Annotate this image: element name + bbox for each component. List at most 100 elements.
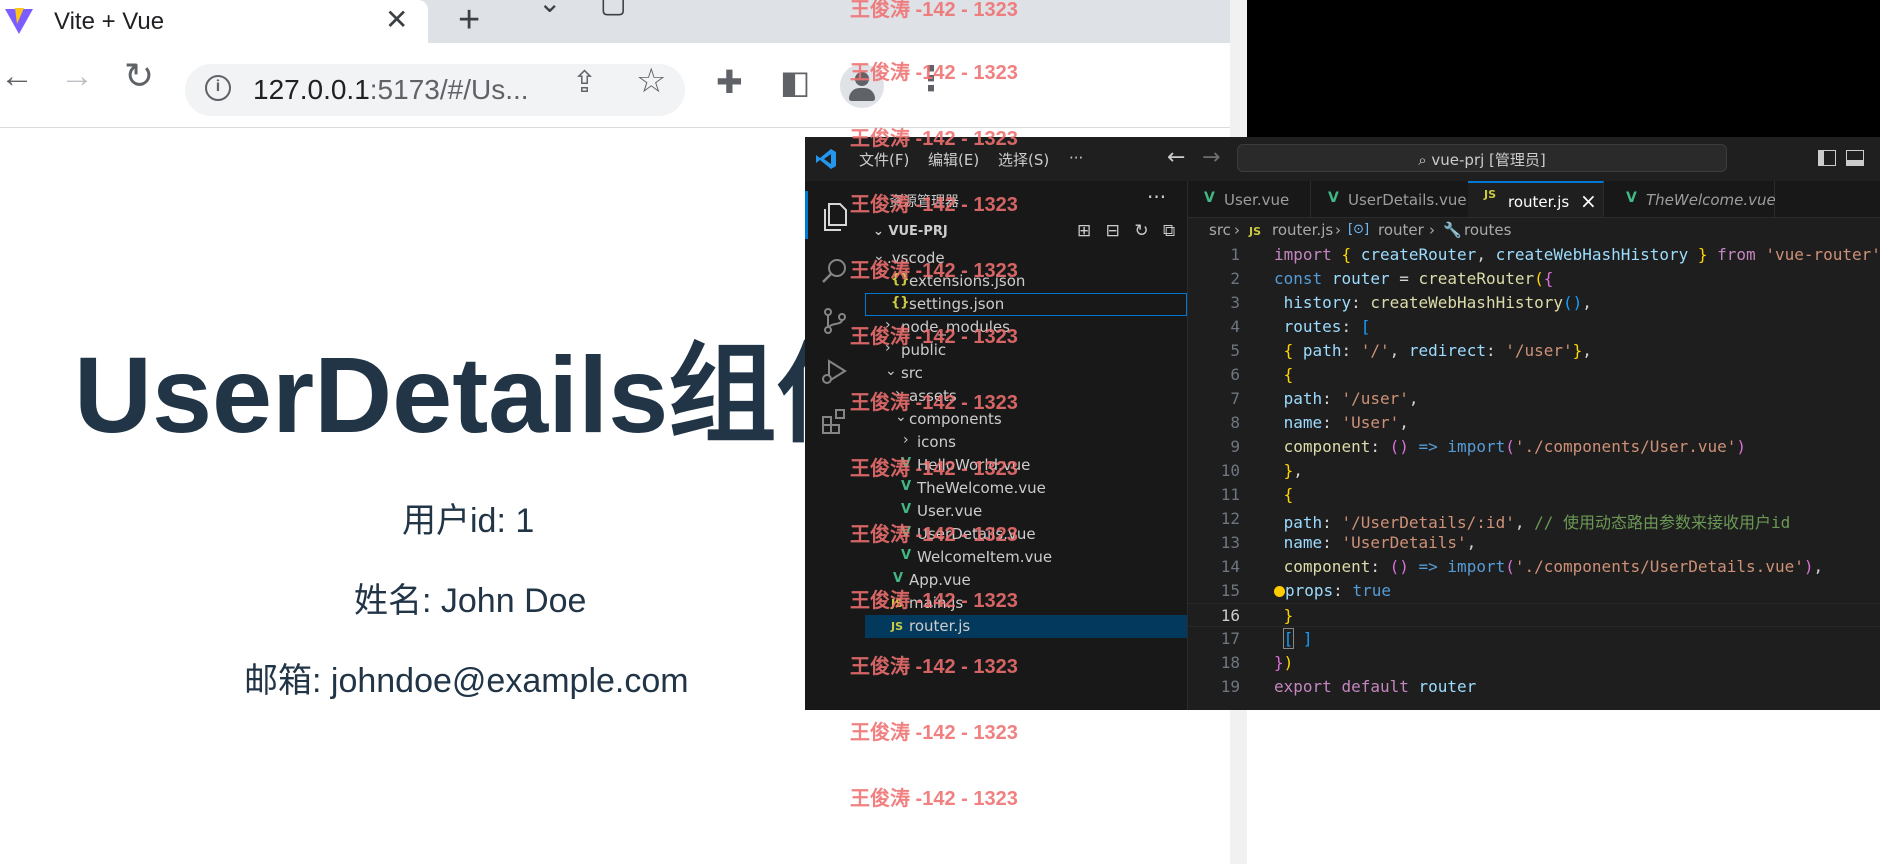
extensions-activity-icon[interactable] xyxy=(819,405,851,437)
code-editor[interactable]: 1 import { createRouter, createWebHashHis… xyxy=(1188,243,1880,710)
new-tab-icon[interactable]: + xyxy=(458,0,480,42)
tab-close-icon[interactable]: × xyxy=(1580,189,1597,213)
tab-userdetails-vue[interactable]: V UserDetails.vue xyxy=(1310,181,1469,217)
chevron-right-icon: › xyxy=(1335,221,1341,239)
tab-router-js[interactable]: JS router.js × xyxy=(1468,181,1604,217)
nav-forward-icon[interactable]: → xyxy=(1202,145,1220,170)
refresh-icon[interactable]: ↻ xyxy=(1134,221,1148,241)
vue-file-icon: V xyxy=(901,502,912,517)
menu-edit[interactable]: 编辑(E) xyxy=(928,149,979,170)
tab-close-icon[interactable]: ✕ xyxy=(385,3,408,36)
tree-item-main-js[interactable]: JS main.js xyxy=(865,592,1187,615)
tree-item-thewelcome-vue[interactable]: V TheWelcome.vue xyxy=(865,477,1187,500)
command-center-search[interactable]: ⌕ vue-prj [管理员] xyxy=(1237,144,1727,172)
breadcrumb-property[interactable]: routes xyxy=(1464,221,1511,239)
line-number: 10 xyxy=(1220,461,1240,480)
toggle-sidebar-icon[interactable] xyxy=(1818,150,1836,166)
vue-file-icon: V xyxy=(901,479,912,494)
code-line: 19 export default router xyxy=(1188,675,1880,699)
line-number: 19 xyxy=(1220,677,1240,696)
explorer-more-icon[interactable]: ··· xyxy=(1147,185,1166,209)
new-file-icon[interactable]: ⊞ xyxy=(1077,221,1091,241)
vscode-window: 文件(F) 编辑(E) 选择(S) ··· ← → ⌕ vue-prj [管理员… xyxy=(805,137,1880,710)
profile-avatar-icon[interactable] xyxy=(840,64,884,108)
tree-item-src[interactable]: ⌄ src xyxy=(865,362,1187,385)
page-heading: UserDetails组件 xyxy=(74,334,885,455)
restore-icon[interactable]: ▢ xyxy=(600,0,626,19)
vscode-logo-icon xyxy=(816,149,836,169)
project-root[interactable]: ⌄ VUE-PRJ xyxy=(873,224,948,239)
menu-selection[interactable]: 选择(S) xyxy=(998,149,1049,170)
line-number: 15 xyxy=(1220,581,1240,600)
line-number: 8 xyxy=(1230,413,1240,432)
code-line: 7 path: '/user', xyxy=(1188,387,1880,411)
breadcrumb-symbol[interactable]: router xyxy=(1378,221,1424,239)
code-line: 4 routes: [ xyxy=(1188,315,1880,339)
tree-item-helloworld-vue[interactable]: V HelloWorld.vue xyxy=(865,454,1187,477)
url-text[interactable]: 127.0.0.1:5173/#/Us... xyxy=(253,74,529,106)
new-folder-icon[interactable]: ⊟ xyxy=(1106,221,1120,241)
breadcrumb-file[interactable]: router.js xyxy=(1272,221,1333,239)
js-file-icon: JS xyxy=(1484,188,1497,201)
chevron-down-icon: ⌄ xyxy=(873,248,885,264)
menu-file[interactable]: 文件(F) xyxy=(859,149,909,170)
reload-icon[interactable]: ↻ xyxy=(124,55,154,97)
tree-item-label: assets xyxy=(909,387,957,405)
vue-file-icon: V xyxy=(901,548,912,563)
breadcrumb-src[interactable]: src xyxy=(1209,221,1231,239)
code-text: { path: '/', redirect: '/user'}, xyxy=(1283,341,1592,360)
chevron-right-icon: › xyxy=(903,432,909,448)
vue-file-icon: V xyxy=(901,525,912,540)
js-file-icon: JS xyxy=(1249,225,1262,238)
collapse-all-icon[interactable]: ⧉ xyxy=(1163,221,1175,241)
tab-thewelcome-vue[interactable]: V TheWelcome.vue xyxy=(1604,181,1776,217)
tree-item-node-modules[interactable]: › node_modules xyxy=(865,316,1187,339)
tree-item-vscode[interactable]: ⌄ .vscode xyxy=(865,247,1187,270)
side-panel-icon[interactable]: ◧ xyxy=(780,63,810,101)
tree-item-settings-json[interactable]: {} settings.json xyxy=(865,293,1187,316)
browser-tab[interactable]: Vite + Vue ✕ xyxy=(0,0,428,43)
tree-item-router-js[interactable]: JS router.js xyxy=(865,615,1187,638)
tree-item-components[interactable]: ⌄ components xyxy=(865,408,1187,431)
line-number: 14 xyxy=(1220,557,1240,576)
tree-item-label: App.vue xyxy=(909,571,971,589)
extensions-icon[interactable]: ✚ xyxy=(716,63,743,101)
toggle-panel-icon[interactable] xyxy=(1846,150,1864,166)
run-debug-icon[interactable] xyxy=(819,355,851,387)
explorer-icon[interactable] xyxy=(819,201,851,233)
active-indicator xyxy=(805,191,808,239)
source-control-icon[interactable] xyxy=(819,305,851,337)
minimize-icon[interactable]: ⌄ xyxy=(538,0,561,19)
tab-user-vue[interactable]: V User.vue xyxy=(1188,181,1311,217)
forward-icon[interactable]: → xyxy=(60,57,94,96)
tree-item-userdetails-vue[interactable]: V UserDetails.vue xyxy=(865,523,1187,546)
code-text: routes: [ xyxy=(1283,317,1371,336)
browser-menu-icon[interactable]: ⋮ xyxy=(914,59,948,99)
line-number: 9 xyxy=(1230,437,1240,456)
vite-logo-icon xyxy=(5,8,33,34)
explorer-title: 资源管理器 xyxy=(889,194,959,210)
menu-more[interactable]: ··· xyxy=(1069,149,1083,167)
search-activity-icon[interactable] xyxy=(819,255,851,287)
share-icon[interactable]: ⇪ xyxy=(572,65,597,100)
chevron-right-icon: › xyxy=(895,386,901,402)
tree-item-app-vue[interactable]: V App.vue xyxy=(865,569,1187,592)
back-icon[interactable]: ← xyxy=(0,57,34,96)
tab-label: router.js xyxy=(1508,193,1570,211)
tree-item-extensions-json[interactable]: {} extensions.json xyxy=(865,270,1187,293)
tree-item-assets[interactable]: › assets xyxy=(865,385,1187,408)
tree-item-label: icons xyxy=(917,433,956,451)
code-line: 2 const router = createRouter({ xyxy=(1188,267,1880,291)
address-bar[interactable]: i 127.0.0.1:5173/#/Us... xyxy=(185,64,685,116)
lightbulb-icon[interactable] xyxy=(1274,586,1285,597)
tree-item-welcomeitem-vue[interactable]: V WelcomeItem.vue xyxy=(865,546,1187,569)
tree-item-user-vue[interactable]: V User.vue xyxy=(865,500,1187,523)
tree-item-icons[interactable]: › icons xyxy=(865,431,1187,454)
site-info-icon[interactable]: i xyxy=(205,75,231,101)
bookmark-star-icon[interactable]: ☆ xyxy=(636,61,666,101)
tab-label: TheWelcome.vue xyxy=(1646,191,1776,209)
code-text: component: () => import('./components/Us… xyxy=(1283,557,1824,576)
nav-back-icon[interactable]: ← xyxy=(1167,145,1185,170)
tree-item-public[interactable]: › public xyxy=(865,339,1187,362)
tab-label: UserDetails.vue xyxy=(1348,191,1467,209)
